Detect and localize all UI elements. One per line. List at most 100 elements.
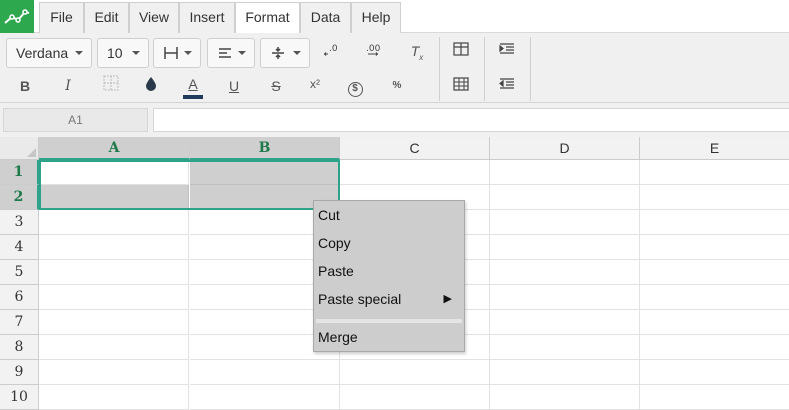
borders-dropdown[interactable] xyxy=(153,38,201,68)
row-header-9[interactable]: 9 xyxy=(0,360,39,385)
menu-view[interactable]: View xyxy=(129,2,179,33)
fill-color-icon[interactable] xyxy=(138,73,164,99)
row-header-8[interactable]: 8 xyxy=(0,335,39,360)
cell-d6[interactable] xyxy=(490,285,640,310)
context-menu-paste-special[interactable]: Paste special ▶ xyxy=(314,285,464,313)
table-grid-icon[interactable] xyxy=(448,73,474,99)
menu-insert[interactable]: Insert xyxy=(179,2,235,33)
paste-special-label: Paste special xyxy=(318,291,402,307)
cell-d5[interactable] xyxy=(490,260,640,285)
cell-e8[interactable] xyxy=(640,335,789,360)
toolbar-divider xyxy=(439,37,440,101)
valign-dropdown[interactable] xyxy=(260,38,310,68)
indent-decrease-icon[interactable] xyxy=(494,73,520,99)
cell-a6[interactable] xyxy=(39,285,189,310)
chevron-down-icon xyxy=(238,51,246,55)
cell-e3[interactable] xyxy=(640,210,789,235)
menu-format[interactable]: Format xyxy=(235,2,300,34)
cell-d3[interactable] xyxy=(490,210,640,235)
chevron-down-icon xyxy=(184,51,192,55)
cell-b9[interactable] xyxy=(190,360,340,385)
cell-d2[interactable] xyxy=(490,185,640,210)
menu-file[interactable]: File xyxy=(39,2,84,33)
cell-d10[interactable] xyxy=(490,385,640,410)
increase-decimals-icon[interactable]: .00 xyxy=(362,38,388,64)
font-family-dropdown[interactable]: Verdana xyxy=(6,38,92,68)
column-header-c[interactable]: C xyxy=(340,137,490,160)
menu-help[interactable]: Help xyxy=(351,2,401,33)
cell-e5[interactable] xyxy=(640,260,789,285)
align-dropdown[interactable] xyxy=(207,38,255,68)
decrease-decimals-icon[interactable]: .0 xyxy=(321,38,347,64)
cell-e2[interactable] xyxy=(640,185,789,210)
insert-table-icon[interactable] xyxy=(448,38,474,64)
row-header-7[interactable]: 7 xyxy=(0,310,39,335)
spreadsheet-logo-icon[interactable] xyxy=(0,0,34,33)
cell-b10[interactable] xyxy=(190,385,340,410)
context-menu-copy[interactable]: Copy xyxy=(314,229,464,257)
font-size-dropdown[interactable]: 10 xyxy=(97,38,149,68)
cell-c10[interactable] xyxy=(340,385,490,410)
row-header-1[interactable]: 1 xyxy=(0,160,39,185)
cell-e9[interactable] xyxy=(640,360,789,385)
cell-a2[interactable] xyxy=(39,185,189,210)
cell-borders-icon[interactable] xyxy=(98,73,124,99)
currency-button[interactable]: $ xyxy=(342,73,368,99)
cell-a9[interactable] xyxy=(39,360,189,385)
percent-button[interactable]: % xyxy=(384,73,410,99)
cell-e4[interactable] xyxy=(640,235,789,260)
cell-a5[interactable] xyxy=(39,260,189,285)
cell-b1[interactable] xyxy=(190,160,340,185)
cell-c9[interactable] xyxy=(340,360,490,385)
borders-icon xyxy=(163,45,179,61)
toolbar-divider xyxy=(484,37,485,101)
column-header-e[interactable]: E xyxy=(640,137,789,160)
row-header-2[interactable]: 2 xyxy=(0,185,39,210)
cell-d9[interactable] xyxy=(490,360,640,385)
text-color-button[interactable]: A xyxy=(180,71,206,99)
chevron-down-icon xyxy=(75,51,83,55)
context-menu: Cut Copy Paste Paste special ▶ Merge xyxy=(313,200,465,352)
italic-button[interactable]: I xyxy=(55,73,81,99)
cell-a8[interactable] xyxy=(39,335,189,360)
cell-e10[interactable] xyxy=(640,385,789,410)
cell-a4[interactable] xyxy=(39,235,189,260)
select-all-corner[interactable] xyxy=(0,137,39,160)
row-header-6[interactable]: 6 xyxy=(0,285,39,310)
cell-d1[interactable] xyxy=(490,160,640,185)
bold-button[interactable]: B xyxy=(12,73,38,99)
cell-d7[interactable] xyxy=(490,310,640,335)
row-header-4[interactable]: 4 xyxy=(0,235,39,260)
cell-a10[interactable] xyxy=(39,385,189,410)
menu-edit[interactable]: Edit xyxy=(84,2,129,33)
context-menu-merge[interactable]: Merge xyxy=(314,323,464,351)
strikethrough-button[interactable]: S xyxy=(263,73,289,99)
text-color-swatch xyxy=(183,95,203,99)
indent-increase-icon[interactable] xyxy=(494,38,520,64)
column-header-d[interactable]: D xyxy=(490,137,640,160)
column-header-a[interactable]: A xyxy=(39,137,190,160)
formula-input[interactable] xyxy=(153,108,789,132)
clear-format-icon[interactable]: Tx xyxy=(404,38,430,64)
cell-e6[interactable] xyxy=(640,285,789,310)
cell-d4[interactable] xyxy=(490,235,640,260)
context-menu-paste[interactable]: Paste xyxy=(314,257,464,285)
currency-icon: $ xyxy=(347,82,363,97)
cell-e7[interactable] xyxy=(640,310,789,335)
cell-d8[interactable] xyxy=(490,335,640,360)
vertical-align-icon xyxy=(270,45,286,61)
cell-a1[interactable] xyxy=(39,160,189,185)
column-header-b[interactable]: B xyxy=(190,137,340,160)
cell-e1[interactable] xyxy=(640,160,789,185)
cell-reference-box[interactable]: A1 xyxy=(3,108,148,132)
underline-button[interactable]: U xyxy=(221,73,247,99)
cell-a7[interactable] xyxy=(39,310,189,335)
context-menu-cut[interactable]: Cut xyxy=(314,201,464,229)
cell-a3[interactable] xyxy=(39,210,189,235)
superscript-button[interactable]: x² xyxy=(302,71,328,97)
menu-data[interactable]: Data xyxy=(300,2,351,33)
row-header-10[interactable]: 10 xyxy=(0,385,39,410)
row-header-5[interactable]: 5 xyxy=(0,260,39,285)
cell-c1[interactable] xyxy=(340,160,490,185)
row-header-3[interactable]: 3 xyxy=(0,210,39,235)
